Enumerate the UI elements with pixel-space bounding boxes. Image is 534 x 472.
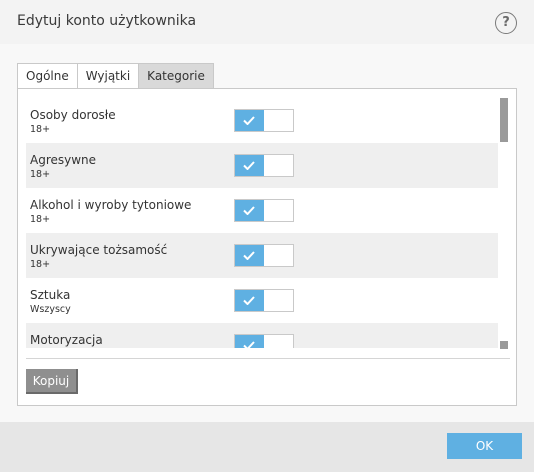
category-row: Sztuka Wszyscy — [26, 278, 498, 323]
category-row: Motoryzacja — [26, 323, 498, 348]
category-toggle[interactable] — [234, 199, 294, 222]
category-row: Osoby dorosłe 18+ — [26, 98, 498, 143]
check-icon — [243, 341, 255, 348]
category-toggle[interactable] — [234, 244, 294, 267]
category-toggle[interactable] — [234, 334, 294, 348]
check-icon — [243, 206, 255, 215]
category-list: Osoby dorosłe 18+ Agresywne 18+ Alkohol … — [26, 98, 498, 348]
category-name: Motoryzacja — [30, 333, 103, 347]
tab-categories[interactable]: Kategorie — [138, 63, 214, 89]
category-age: 18+ — [30, 169, 51, 180]
toggle-on-knob — [235, 245, 264, 266]
tab-exceptions[interactable]: Wyjątki — [76, 63, 140, 89]
category-name: Osoby dorosłe — [30, 108, 116, 122]
category-name: Sztuka — [30, 288, 71, 302]
check-icon — [243, 296, 255, 305]
category-row: Agresywne 18+ — [26, 143, 498, 188]
title-bar: Edytuj konto użytkownika ? — [0, 0, 534, 44]
help-question-icon[interactable]: ? — [495, 12, 517, 34]
category-age: 18+ — [30, 214, 51, 225]
category-age: 18+ — [30, 124, 51, 135]
category-row: Ukrywające tożsamość 18+ — [26, 233, 498, 278]
toggle-on-knob — [235, 155, 264, 176]
window-title: Edytuj konto użytkownika — [17, 13, 197, 29]
toggle-on-knob — [235, 290, 264, 311]
tab-bar: Ogólne Wyjątki Kategorie — [17, 63, 214, 89]
scrollbar-end-marker — [500, 341, 508, 349]
category-name: Alkohol i wyroby tytoniowe — [30, 198, 192, 212]
category-age: Wszyscy — [30, 304, 71, 315]
check-icon — [243, 251, 255, 260]
tab-general[interactable]: Ogólne — [17, 63, 78, 89]
copy-button[interactable]: Kopiuj — [26, 369, 78, 394]
category-toggle[interactable] — [234, 109, 294, 132]
ok-button[interactable]: OK — [447, 433, 522, 459]
panel-divider — [26, 358, 510, 359]
category-name: Ukrywające tożsamość — [30, 243, 168, 257]
toggle-on-knob — [235, 200, 264, 221]
category-name: Agresywne — [30, 153, 97, 167]
check-icon — [243, 161, 255, 170]
toggle-on-knob — [235, 110, 264, 131]
toggle-on-knob — [235, 335, 264, 348]
category-toggle[interactable] — [234, 289, 294, 312]
list-scrollbar[interactable] — [500, 98, 508, 350]
scrollbar-thumb[interactable] — [500, 98, 508, 142]
category-row: Alkohol i wyroby tytoniowe 18+ — [26, 188, 498, 233]
category-age: 18+ — [30, 259, 51, 270]
category-toggle[interactable] — [234, 154, 294, 177]
check-icon — [243, 116, 255, 125]
